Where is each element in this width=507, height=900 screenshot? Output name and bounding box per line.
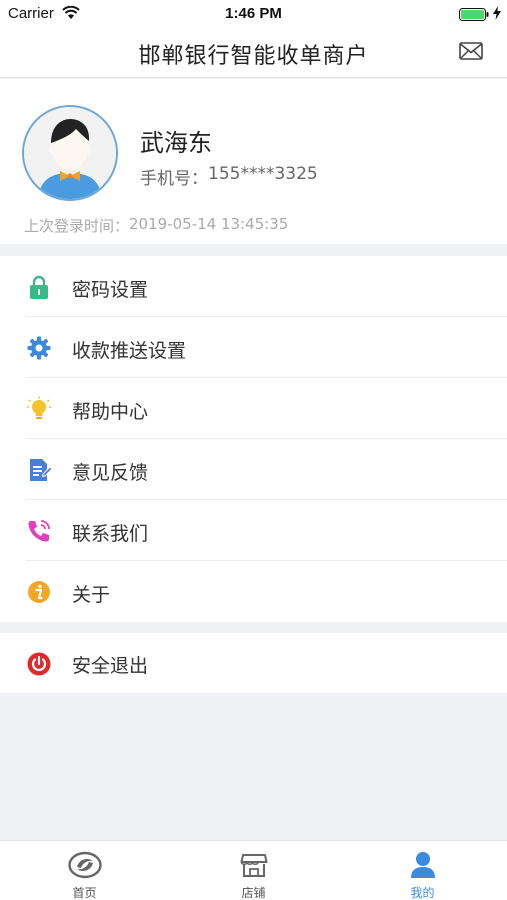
phone-label: 手机号： xyxy=(140,169,208,189)
gear-icon xyxy=(27,336,51,360)
lock-icon xyxy=(30,275,48,299)
feedback-doc-icon xyxy=(30,459,52,481)
profile-card: 武海东 手机号： 155****3325 上次登录时间： 2019-05-14 … xyxy=(0,79,507,244)
battery-icon xyxy=(459,8,489,21)
phone-value: 155****3325 xyxy=(208,164,318,184)
menu-item-feedback[interactable]: 意见反馈 xyxy=(0,439,507,500)
user-avatar-icon xyxy=(24,107,116,199)
phone-icon xyxy=(28,520,50,542)
user-name: 武海东 xyxy=(140,129,212,157)
avatar[interactable] xyxy=(22,105,118,201)
info-icon xyxy=(28,581,50,603)
menu-item-label: 帮助中心 xyxy=(72,401,149,423)
menu-item-contact-us[interactable]: 联系我们 xyxy=(0,500,507,561)
tab-bar: 首页 店铺 我的 xyxy=(0,840,507,900)
menu-item-password[interactable]: 密码设置 xyxy=(0,256,507,317)
store-icon xyxy=(240,854,267,877)
charging-bolt-icon xyxy=(493,6,501,20)
mail-icon[interactable] xyxy=(459,42,483,60)
power-icon xyxy=(27,652,51,676)
menu-item-label: 密码设置 xyxy=(72,279,149,301)
last-login-row: 上次登录时间： 2019-05-14 13:45:35 xyxy=(24,215,288,236)
status-time: 1:46 PM xyxy=(225,5,282,22)
tab-store[interactable]: 店铺 xyxy=(169,841,338,900)
logout-button[interactable]: 安全退出 xyxy=(0,633,507,693)
menu-item-label: 关于 xyxy=(72,584,111,606)
menu-item-push-settings[interactable]: 收款推送设置 xyxy=(0,317,507,378)
menu-item-about[interactable]: 关于 xyxy=(0,561,507,622)
last-login-value: 2019-05-14 13:45:35 xyxy=(129,215,289,233)
logout-label: 安全退出 xyxy=(72,655,149,677)
last-login-label: 上次登录时间： xyxy=(24,217,130,235)
menu-item-label: 收款推送设置 xyxy=(72,340,187,362)
menu-item-label: 联系我们 xyxy=(72,523,149,545)
nav-bar: 邯郸银行智能收单商户 xyxy=(0,28,507,78)
settings-menu: 密码设置 收款推送设置 帮助中心 意见反馈 联系我们 关于 xyxy=(0,256,507,622)
tab-label: 我的 xyxy=(410,886,435,900)
tab-home[interactable]: 首页 xyxy=(0,841,169,900)
tab-mine[interactable]: 我的 xyxy=(338,841,507,900)
status-bar: Carrier 1:46 PM xyxy=(0,0,507,28)
page-title: 邯郸银行智能收单商户 xyxy=(138,44,369,69)
lightbulb-icon xyxy=(27,396,51,419)
bank-logo-icon xyxy=(67,851,102,879)
user-icon xyxy=(410,852,435,878)
tab-label: 店铺 xyxy=(241,886,266,900)
menu-item-label: 意见反馈 xyxy=(72,462,149,484)
phone-row: 手机号： 155****3325 xyxy=(140,164,318,189)
menu-item-help-center[interactable]: 帮助中心 xyxy=(0,378,507,439)
tab-label: 首页 xyxy=(72,886,97,900)
